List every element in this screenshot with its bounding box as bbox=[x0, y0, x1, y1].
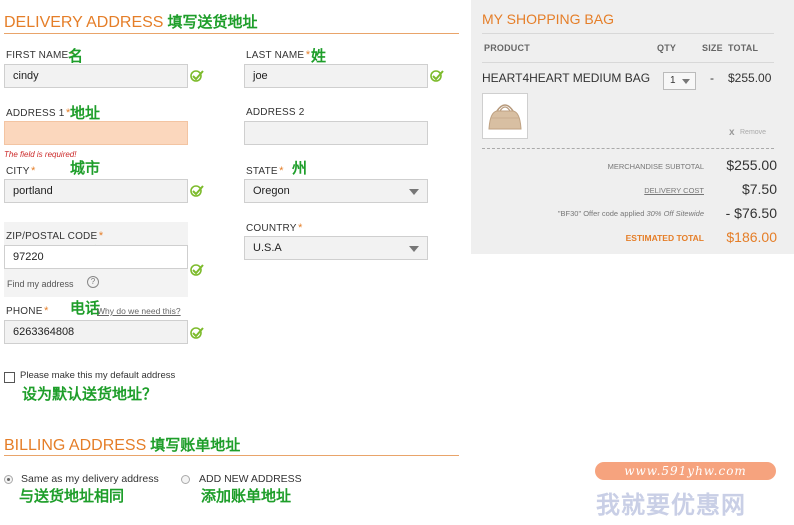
required-marker: * bbox=[98, 230, 103, 242]
bag-header-size: SIZE bbox=[702, 43, 723, 53]
last-name-cn-note: 姓 bbox=[311, 47, 327, 65]
delivery-title-cn-note: 填写送货地址 bbox=[167, 14, 258, 31]
country-label: COUNTRY* bbox=[246, 222, 302, 234]
country-select[interactable]: U.S.A bbox=[244, 236, 428, 260]
same-as-delivery-label: Same as my delivery address bbox=[21, 473, 159, 485]
state-select[interactable]: Oregon bbox=[244, 179, 428, 203]
valid-check-icon bbox=[190, 70, 204, 82]
delivery-cost-link[interactable]: DELIVERY COST bbox=[560, 186, 704, 195]
shopping-bag-title: MY SHOPPING BAG bbox=[482, 11, 614, 27]
bag-item-size: - bbox=[710, 71, 714, 85]
default-address-label: Please make this my default address bbox=[20, 370, 176, 381]
country-label-text: COUNTRY bbox=[246, 223, 297, 234]
last-name-label: LAST NAME* bbox=[246, 49, 310, 61]
valid-check-icon bbox=[430, 70, 444, 82]
zip-input[interactable]: 97220 bbox=[4, 245, 188, 269]
state-label-text: STATE bbox=[246, 166, 278, 177]
first-name-input[interactable]: cindy bbox=[4, 64, 188, 88]
first-name-label-text: FIRST NAME bbox=[6, 50, 69, 61]
bag-header-product: PRODUCT bbox=[484, 43, 530, 53]
country-selected-value: U.S.A bbox=[253, 242, 282, 254]
address2-input[interactable] bbox=[244, 121, 428, 145]
address1-input[interactable] bbox=[4, 121, 188, 145]
city-cn-note: 城市 bbox=[70, 159, 101, 177]
zip-label: ZIP/POSTAL CODE* bbox=[6, 230, 103, 242]
why-do-we-need-this-link[interactable]: Why do we need this? bbox=[97, 306, 181, 316]
delivery-title: DELIVERY ADDRESS bbox=[4, 14, 164, 31]
offer-detail-text: 30% Off Sitewide bbox=[646, 209, 704, 218]
add-new-address-label: ADD NEW ADDRESS bbox=[199, 473, 302, 485]
phone-label-text: PHONE bbox=[6, 306, 43, 317]
last-name-input[interactable]: joe bbox=[244, 64, 428, 88]
required-marker: * bbox=[43, 305, 49, 317]
billing-title-cn-note: 填写账单地址 bbox=[150, 437, 241, 454]
bag-title-divider bbox=[482, 33, 774, 34]
bag-item-qty-select[interactable]: 1 bbox=[663, 72, 696, 90]
offer-discount-value: - $76.50 bbox=[725, 205, 777, 221]
help-icon[interactable]: ? bbox=[87, 276, 99, 288]
chevron-down-icon bbox=[682, 79, 690, 84]
required-marker: * bbox=[305, 49, 310, 61]
zip-label-text: ZIP/POSTAL CODE bbox=[6, 231, 98, 242]
subtotal-value: $255.00 bbox=[726, 157, 777, 173]
remove-x-icon[interactable]: x bbox=[729, 127, 735, 138]
add-new-address-cn-note: 添加账单地址 bbox=[201, 487, 292, 505]
valid-check-icon bbox=[190, 264, 204, 276]
offer-applied-label: "BF30" Offer code applied 30% Off Sitewi… bbox=[520, 209, 704, 218]
chevron-down-icon bbox=[409, 246, 419, 252]
estimated-total-value: $186.00 bbox=[726, 229, 777, 245]
watermark-logo-text: 我就要优惠网 bbox=[596, 491, 746, 519]
bag-header-total: TOTAL bbox=[728, 43, 759, 53]
address1-cn-note: 地址 bbox=[70, 104, 101, 122]
required-marker: * bbox=[297, 222, 303, 234]
bag-item-name[interactable]: HEART4HEART MEDIUM BAG bbox=[482, 71, 650, 85]
valid-check-icon bbox=[190, 185, 204, 197]
phone-label: PHONE* bbox=[6, 305, 48, 317]
add-new-address-radio[interactable] bbox=[181, 475, 190, 484]
delivery-cost-value: $7.50 bbox=[741, 181, 777, 197]
address1-error-message: The field is required! bbox=[4, 150, 77, 159]
valid-check-icon bbox=[190, 327, 204, 339]
state-cn-note: 州 bbox=[292, 159, 308, 177]
same-as-delivery-radio[interactable] bbox=[4, 475, 13, 484]
billing-address-heading: BILLING ADDRESS 填写账单地址 bbox=[4, 434, 240, 455]
subtotal-label: MERCHANDISE SUBTOTAL bbox=[607, 162, 704, 171]
estimated-total-label: ESTIMATED TOTAL bbox=[625, 233, 704, 243]
bag-item-total: $255.00 bbox=[728, 71, 772, 85]
first-name-cn-note: 名 bbox=[68, 47, 84, 65]
handbag-icon bbox=[488, 104, 522, 130]
address1-label-text: ADDRESS 1 bbox=[6, 108, 65, 119]
find-my-address-link[interactable]: Find my address bbox=[7, 279, 74, 289]
city-label: CITY* bbox=[6, 165, 35, 177]
phone-input[interactable]: 6263364808 bbox=[4, 320, 188, 344]
bag-header-qty: QTY bbox=[657, 43, 677, 53]
city-label-text: CITY bbox=[6, 166, 30, 177]
required-marker: * bbox=[30, 165, 36, 177]
offer-code-text: "BF30" Offer code applied bbox=[557, 209, 645, 218]
address1-label: ADDRESS 1* bbox=[6, 107, 70, 119]
address2-label: ADDRESS 2 bbox=[246, 107, 305, 118]
default-address-checkbox[interactable] bbox=[4, 372, 15, 383]
watermark-url: www.591yhw.com bbox=[595, 462, 776, 480]
billing-title: BILLING ADDRESS bbox=[4, 437, 147, 454]
bag-item-thumbnail[interactable] bbox=[482, 93, 528, 139]
phone-cn-note: 电话 bbox=[70, 299, 101, 317]
delivery-heading-divider bbox=[4, 33, 459, 34]
state-selected-value: Oregon bbox=[253, 185, 290, 197]
bag-item-qty-value: 1 bbox=[670, 75, 676, 86]
first-name-label: FIRST NAME* bbox=[6, 49, 74, 61]
default-address-cn-note: 设为默认送货地址？ bbox=[22, 385, 158, 403]
chevron-down-icon bbox=[409, 189, 419, 195]
same-as-delivery-cn-note: 与送货地址相同 bbox=[19, 487, 125, 505]
remove-item-link[interactable]: Remove bbox=[740, 129, 766, 136]
bag-items-divider bbox=[482, 148, 774, 149]
city-input[interactable]: portland bbox=[4, 179, 188, 203]
billing-heading-divider bbox=[4, 455, 459, 456]
bag-header-divider bbox=[482, 62, 774, 63]
last-name-label-text: LAST NAME bbox=[246, 50, 305, 61]
required-marker: * bbox=[278, 165, 284, 177]
delivery-address-heading: DELIVERY ADDRESS 填写送货地址 bbox=[4, 11, 258, 32]
state-label: STATE* bbox=[246, 165, 283, 177]
